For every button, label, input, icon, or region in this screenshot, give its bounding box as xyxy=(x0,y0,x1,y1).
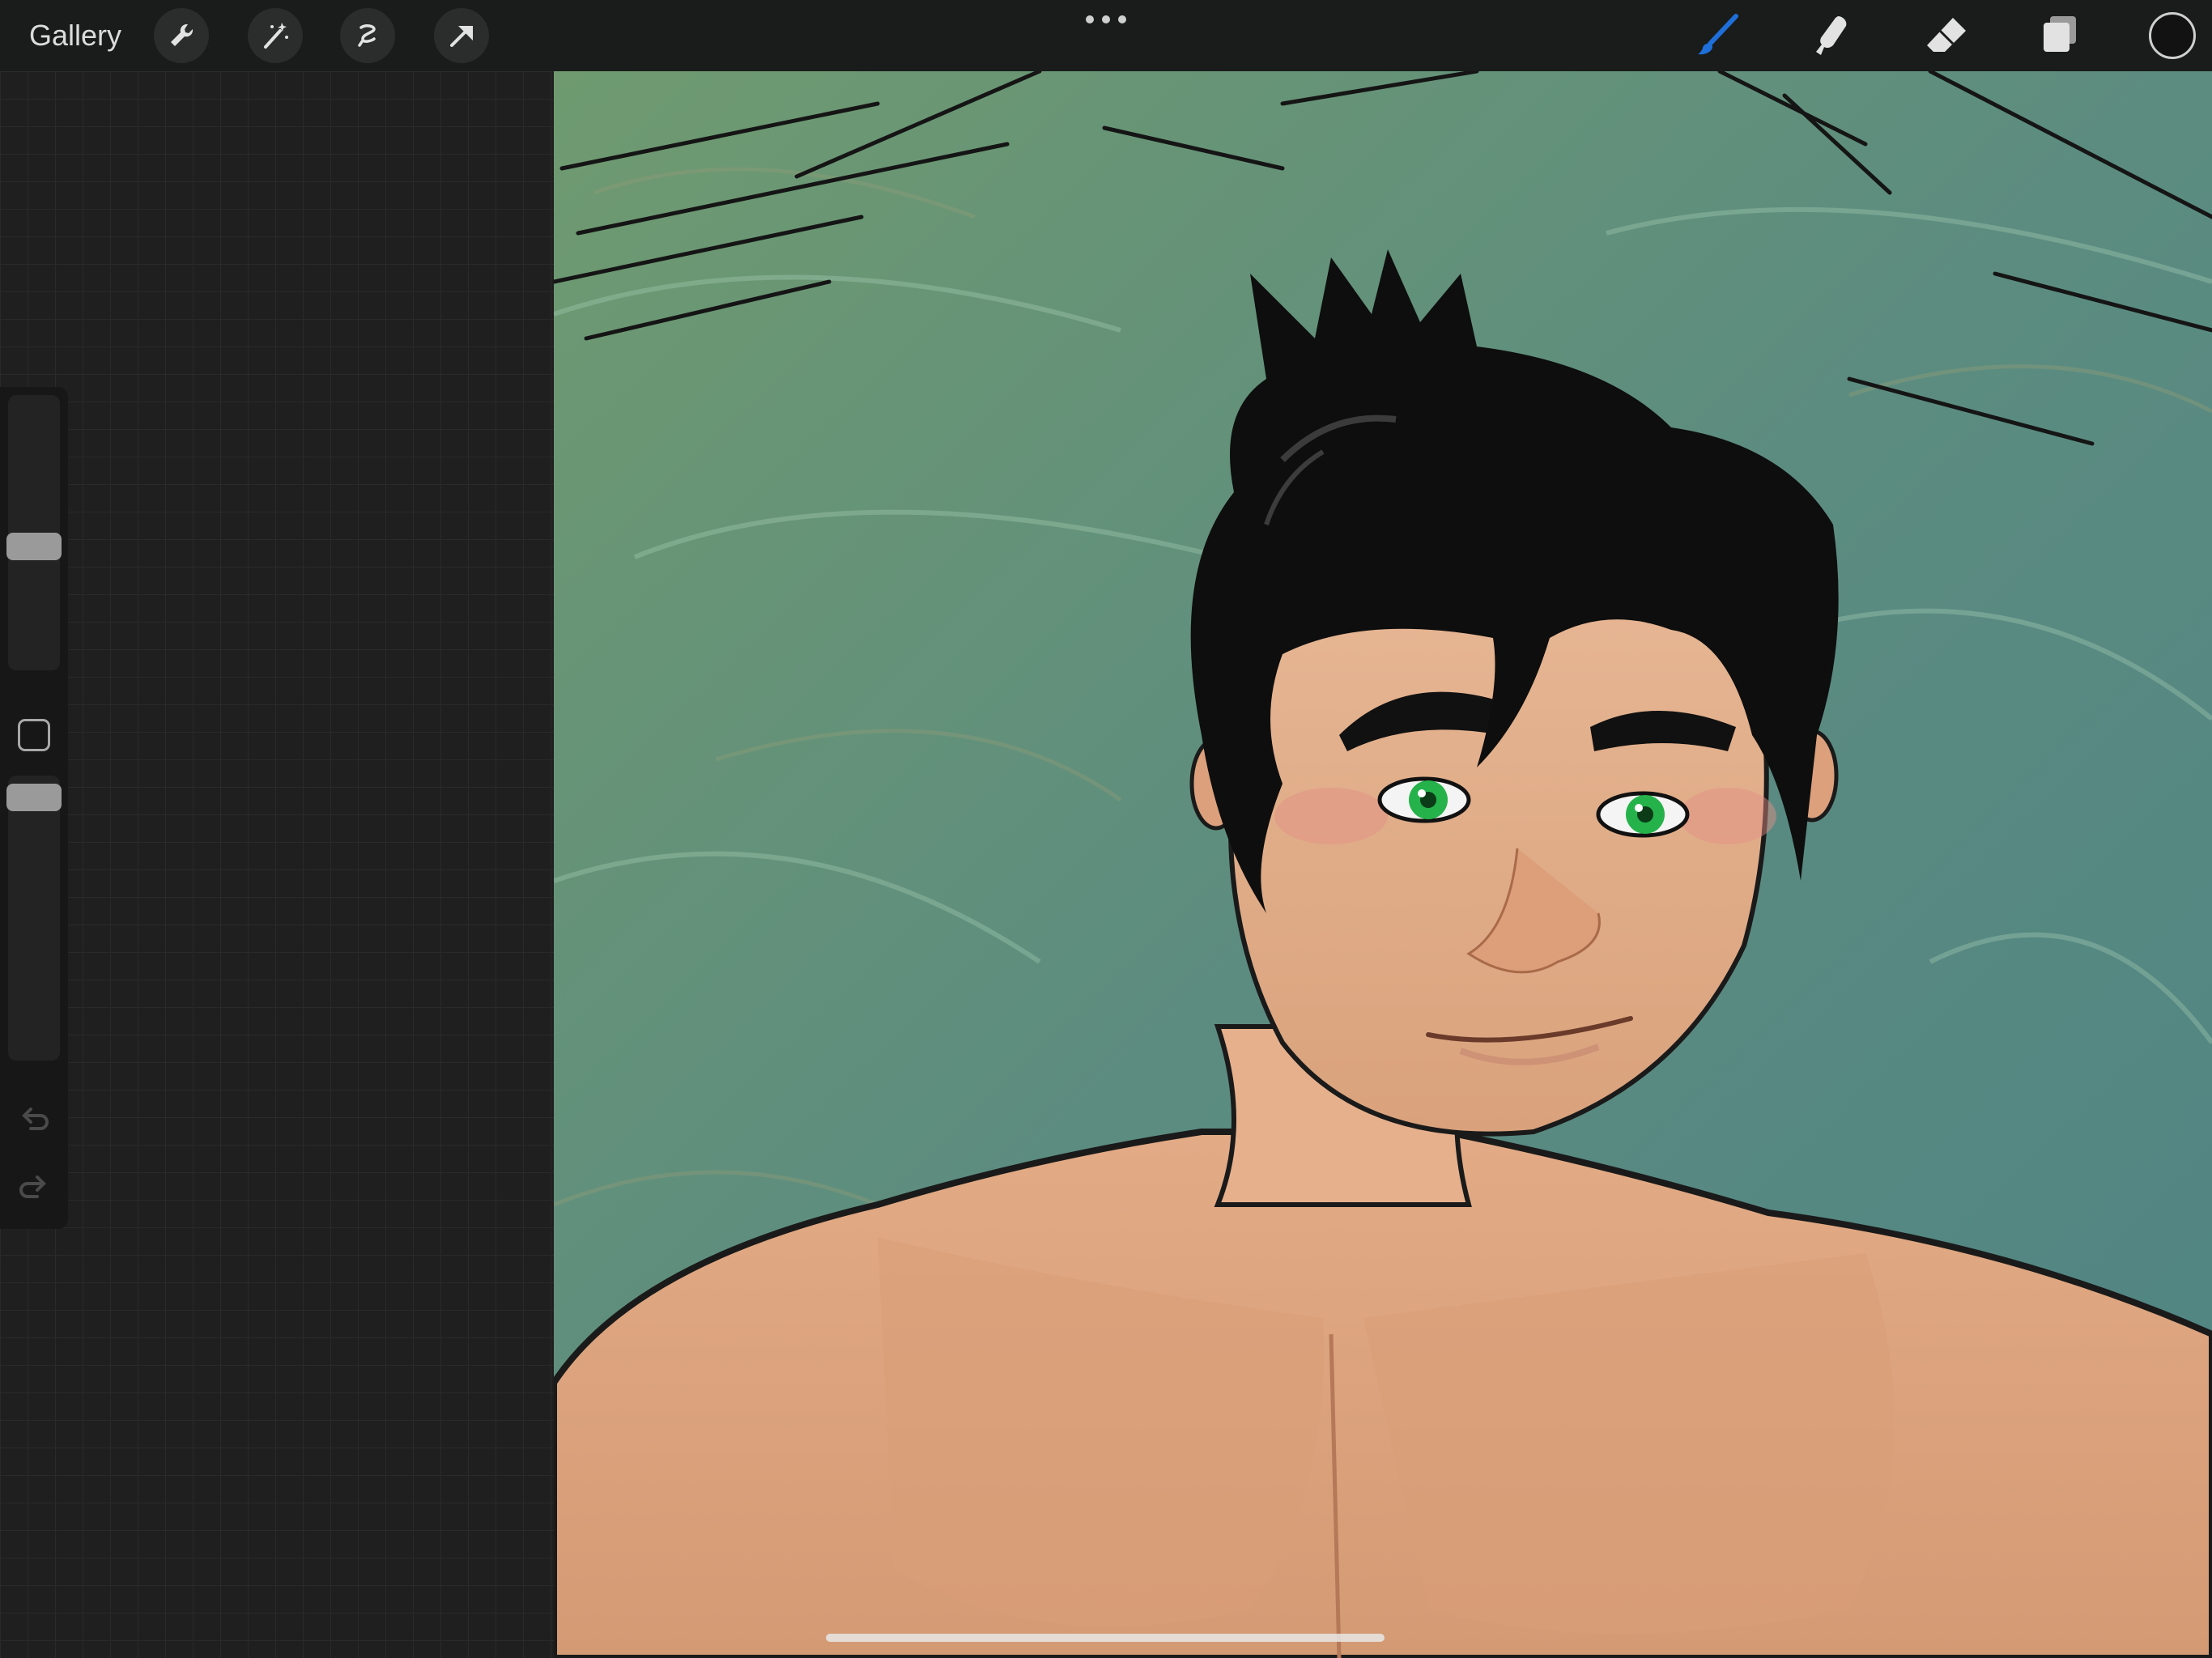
brush-size-slider[interactable] xyxy=(6,395,62,670)
modify-square-icon[interactable] xyxy=(18,719,50,751)
selection-icon xyxy=(358,24,376,47)
sidebar xyxy=(0,387,68,1229)
transform-arrow-icon xyxy=(450,26,473,47)
layers-button[interactable] xyxy=(2034,10,2086,62)
top-toolbar: Gallery xyxy=(0,0,2212,71)
smudge-tool-button[interactable] xyxy=(1807,10,1859,62)
transform-button[interactable] xyxy=(434,8,489,63)
opacity-thumb[interactable] xyxy=(6,784,62,811)
undo-icon[interactable] xyxy=(15,1098,53,1137)
more-options-icon[interactable] xyxy=(1082,11,1130,28)
selection-button[interactable] xyxy=(340,8,395,63)
brush-icon xyxy=(1698,14,1738,55)
eraser-icon xyxy=(1927,18,1966,52)
smudge-icon xyxy=(1816,16,1847,55)
artwork-illustration xyxy=(554,71,2212,1658)
layers-icon xyxy=(2044,16,2076,52)
drawing-canvas[interactable] xyxy=(554,71,2212,1658)
wrench-icon xyxy=(171,23,194,46)
redo-icon[interactable] xyxy=(15,1166,53,1205)
actions-button[interactable] xyxy=(154,8,209,63)
adjustments-button[interactable] xyxy=(248,8,303,63)
brush-tool-button[interactable] xyxy=(1692,10,1744,62)
home-indicator[interactable] xyxy=(826,1634,1385,1642)
magic-wand-icon xyxy=(264,23,288,49)
opacity-slider[interactable] xyxy=(6,776,62,1061)
workspace-background xyxy=(0,71,554,1658)
gallery-button[interactable]: Gallery xyxy=(29,16,121,55)
color-picker-button[interactable] xyxy=(2149,12,2196,59)
eraser-tool-button[interactable] xyxy=(1921,10,1972,62)
brush-size-thumb[interactable] xyxy=(6,533,62,560)
